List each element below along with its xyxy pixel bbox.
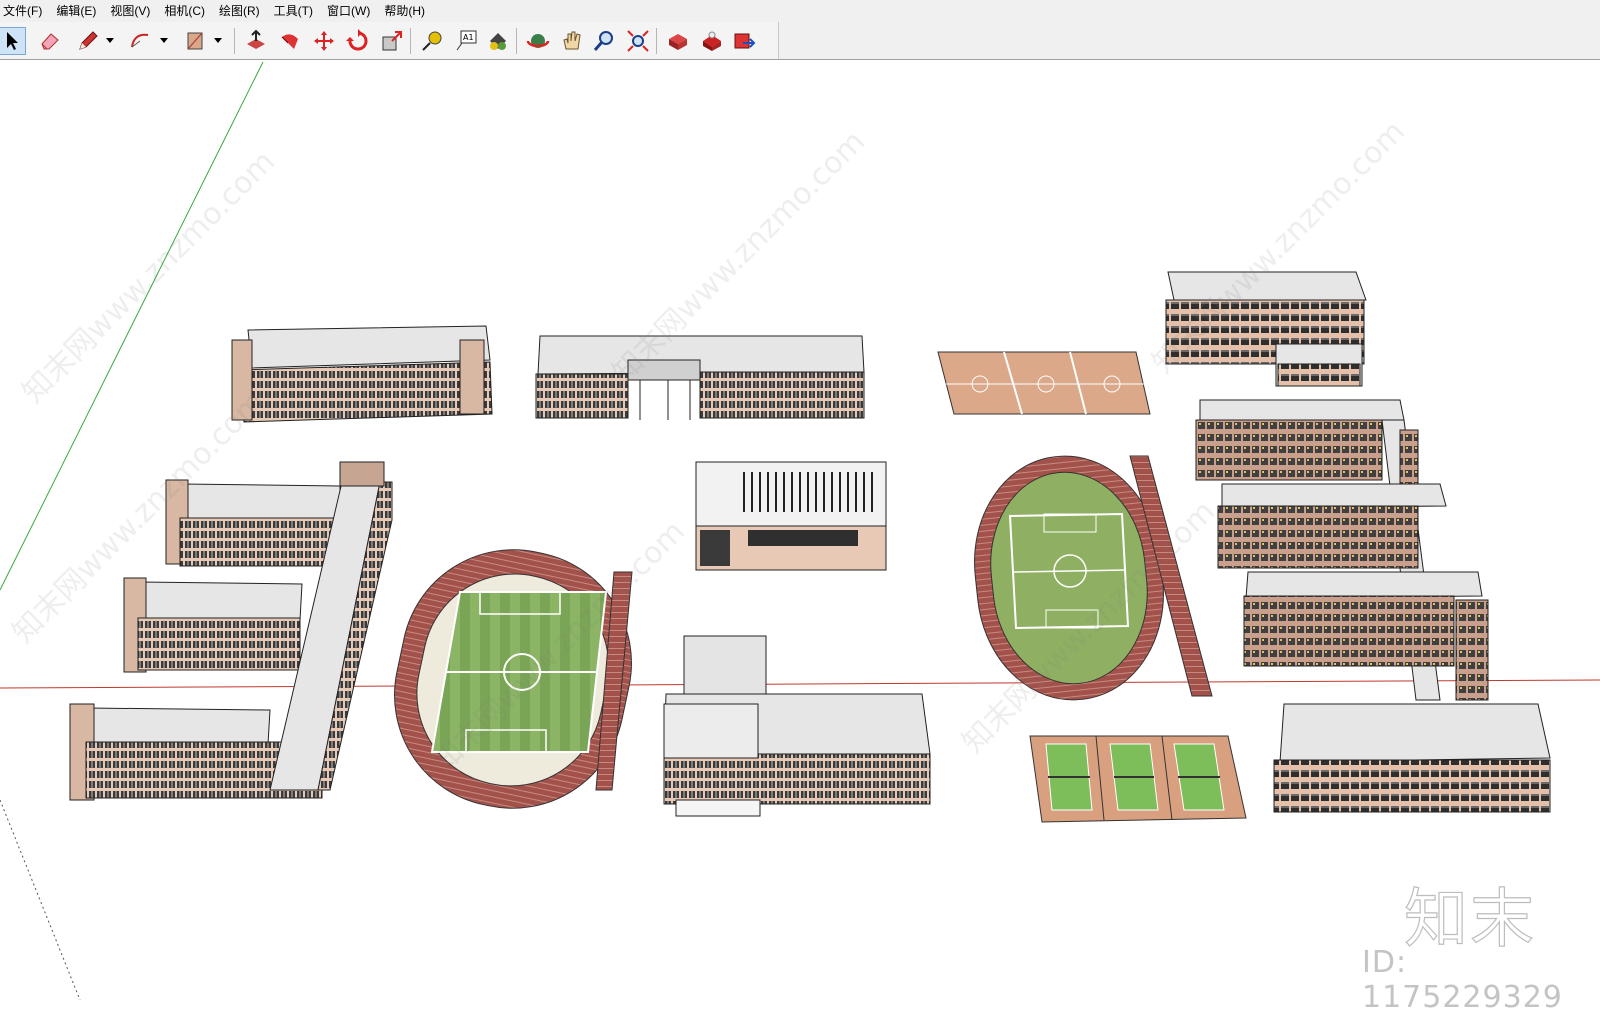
menu-tools[interactable]: 工具(T) (267, 0, 320, 22)
move-icon[interactable] (310, 27, 338, 55)
warehouse-icon[interactable] (698, 27, 726, 55)
text-icon[interactable]: A1 (452, 27, 480, 55)
basketball-courts[interactable] (937, 351, 1151, 415)
administration-building[interactable] (535, 335, 865, 420)
teaching-building-right[interactable] (1195, 399, 1489, 701)
toolbar-separator (656, 28, 657, 54)
menu-file[interactable]: 文件(F) (0, 0, 49, 22)
gymnasium[interactable] (695, 461, 887, 571)
toolbar-separator (410, 28, 411, 54)
chevron-down-icon[interactable] (106, 36, 114, 44)
toolbar-panel: A1 (0, 22, 779, 59)
orbit-icon[interactable] (524, 27, 552, 55)
image-id-label: ID: 1175229329 (1362, 945, 1563, 1015)
select-icon[interactable] (0, 27, 26, 55)
arc-icon[interactable] (126, 27, 154, 55)
eraser-icon[interactable] (36, 27, 64, 55)
export-icon[interactable] (730, 27, 758, 55)
tape-measure-icon[interactable] (418, 27, 446, 55)
running-track-right[interactable] (964, 447, 1213, 709)
toolbar-separator (516, 28, 517, 54)
zoom-icon[interactable] (590, 27, 618, 55)
text-tool-label: A1 (463, 33, 474, 42)
menu-window[interactable]: 窗口(W) (320, 0, 377, 22)
push-pull-icon[interactable] (242, 27, 270, 55)
model-viewport[interactable]: 知末网www.znzmo.com 知末网www.znzmo.com 知末网www… (0, 60, 1600, 1003)
menu-help[interactable]: 帮助(H) (377, 0, 432, 22)
chevron-down-icon[interactable] (214, 36, 222, 44)
component-icon[interactable] (664, 27, 692, 55)
menu-edit[interactable]: 编辑(E) (49, 0, 103, 22)
toolbar-separator (234, 28, 235, 54)
menu-camera[interactable]: 相机(C) (157, 0, 212, 22)
menu-view[interactable]: 视图(V) (103, 0, 157, 22)
dormitory-building-2[interactable] (1273, 703, 1551, 813)
blue-axis (0, 799, 81, 1001)
menu-draw[interactable]: 绘图(R) (212, 0, 267, 22)
tennis-courts[interactable] (1029, 735, 1247, 823)
pan-icon[interactable] (558, 27, 586, 55)
follow-me-icon[interactable] (276, 27, 304, 55)
paint-bucket-icon[interactable] (484, 27, 512, 55)
zoom-extents-icon[interactable] (624, 27, 652, 55)
menu-bar: 文件(F) 编辑(E) 视图(V) 相机(C) 绘图(R) 工具(T) 窗口(W… (0, 0, 1600, 22)
rotate-icon[interactable] (344, 27, 372, 55)
library-building[interactable] (663, 635, 931, 817)
rectangle-icon[interactable] (181, 27, 209, 55)
scale-icon[interactable] (378, 27, 406, 55)
chevron-down-icon[interactable] (160, 36, 168, 44)
pencil-icon[interactable] (74, 27, 102, 55)
toolbar: A1 (0, 22, 1600, 60)
red-axis (0, 679, 1600, 689)
